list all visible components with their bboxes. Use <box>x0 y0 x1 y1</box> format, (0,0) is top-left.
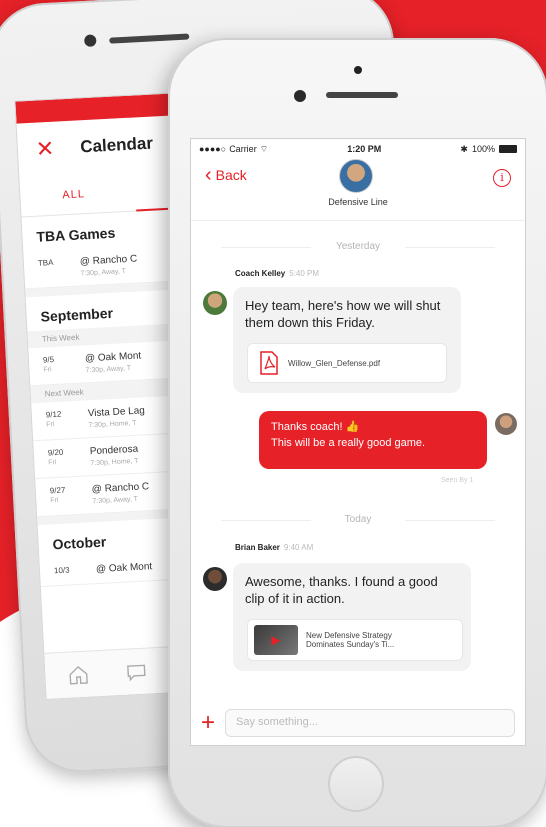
avatar[interactable] <box>203 291 227 315</box>
game-opponent: @ Oak Mont <box>95 561 153 576</box>
game-opponent: @ Oak Mont <box>84 350 142 365</box>
message-sender: Coach Kelley 5:40 PM <box>235 269 319 278</box>
video-thumbnail: ▶ <box>254 625 298 655</box>
game-date: TBA <box>37 257 54 268</box>
message-text-line1: Thanks coach! 👍 <box>271 421 360 433</box>
camera <box>294 90 306 102</box>
game-date: 9/5 Fri <box>43 354 68 376</box>
marketing-stage: ✕ Calendar ALL TBA Games TBA @ Rancho C … <box>0 0 546 827</box>
game-info: @ Rancho C 7:30p, Away, T <box>80 254 138 278</box>
chat-icon[interactable] <box>125 660 148 683</box>
game-info: Ponderosa 7:30p, Home, T <box>90 444 139 468</box>
message-time: 9:40 AM <box>283 543 314 552</box>
day-value: Fri <box>43 366 52 374</box>
game-detail: 7:30p, Home, T <box>88 419 137 430</box>
attachment-name: Willow_Glen_Defense.pdf <box>288 358 381 368</box>
day-value: Fri <box>46 421 55 429</box>
signal-icon: ●●●●○ <box>199 144 227 154</box>
date-divider-today: Today <box>191 514 525 525</box>
date-value: 9/27 <box>49 485 66 496</box>
battery-icon <box>498 145 517 153</box>
status-bar: ●●●●○ Carrier ⌔ 1:20 PM ✱ 100% <box>191 139 525 159</box>
message-composer: + Say something... <box>191 701 525 745</box>
message-bubble-sent: Thanks coach! 👍 This will be a really go… <box>259 411 487 469</box>
message-sender: Brian Baker 9:40 AM <box>235 543 313 552</box>
game-opponent: @ Rancho C <box>79 253 138 268</box>
tab-all[interactable]: ALL <box>62 188 85 201</box>
day-value: Fri <box>50 496 59 505</box>
game-info: @ Rancho C 7:30p, Away, T <box>92 481 150 505</box>
link-text: New Defensive Strategy Dominates Sunday'… <box>306 631 394 649</box>
speaker <box>109 33 190 44</box>
group-name: Defensive Line <box>328 197 388 207</box>
game-opponent: Vista De Lag <box>87 405 146 420</box>
back-button[interactable]: ‹ Back <box>205 164 247 186</box>
game-date: 9/12 Fri <box>46 409 71 431</box>
message-time: 5:40 PM <box>289 269 320 278</box>
link-preview[interactable]: ▶ New Defensive Strategy Dominates Sunda… <box>247 619 463 661</box>
message-input[interactable]: Say something... <box>225 709 515 737</box>
game-detail: 7:30p, Away, T <box>92 495 139 506</box>
game-date: 9/20 Fri <box>48 447 73 469</box>
attachment-pdf[interactable]: Willow_Glen_Defense.pdf <box>247 343 447 383</box>
seen-indicator: Seen By 1 <box>441 477 474 484</box>
status-battery: ✱ 100% <box>460 144 517 155</box>
game-opponent: @ Rancho C <box>91 481 150 496</box>
bluetooth-icon: ✱ <box>460 143 468 154</box>
speaker <box>326 92 398 98</box>
game-date: 9/27 Fri <box>50 485 75 507</box>
camera <box>83 34 97 47</box>
sender-name: Brian Baker <box>235 543 280 552</box>
front-phone: ●●●●○ Carrier ⌔ 1:20 PM ✱ 100% ‹ Back De… <box>168 38 546 827</box>
link-subtitle: Dominates Sunday's Ti... <box>306 640 395 649</box>
group-avatar[interactable] <box>339 159 373 193</box>
chevron-left-icon: ‹ <box>205 164 212 186</box>
carrier-name: Carrier <box>229 144 257 154</box>
message-text: Hey team, here's how we will shut them d… <box>245 298 441 330</box>
add-icon[interactable]: + <box>201 711 215 735</box>
wifi-icon: ⌔ <box>259 143 269 154</box>
link-title: New Defensive Strategy <box>306 631 392 640</box>
status-time: 1:20 PM <box>347 144 382 154</box>
pdf-icon <box>260 351 278 375</box>
game-detail: 7:30p, Away, T <box>80 268 127 278</box>
home-button[interactable] <box>328 756 384 812</box>
chat-nav: ‹ Back Defensive Line i <box>191 159 525 221</box>
page-title: Calendar <box>79 133 154 157</box>
avatar[interactable] <box>203 567 227 591</box>
game-info: @ Oak Mont 7:30p, Away, T <box>85 350 142 374</box>
date-value: 9/20 <box>47 447 64 458</box>
game-info: Vista De Lag 7:30p, Home, T <box>88 405 146 429</box>
home-icon[interactable] <box>67 663 90 686</box>
info-icon[interactable]: i <box>493 169 511 187</box>
avatar[interactable] <box>495 413 517 435</box>
game-opponent: Ponderosa <box>89 443 139 458</box>
chat-screen: ●●●●○ Carrier ⌔ 1:20 PM ✱ 100% ‹ Back De… <box>190 138 526 746</box>
date-value: 9/12 <box>45 409 62 420</box>
date-divider-yesterday: Yesterday <box>191 241 525 252</box>
message-text: Awesome, thanks. I found a good clip of … <box>245 574 438 606</box>
sender-name: Coach Kelley <box>235 269 286 278</box>
proximity-sensor <box>354 66 362 74</box>
date-value: 9/5 <box>42 355 55 365</box>
back-label: Back <box>215 167 247 183</box>
status-carrier: ●●●●○ Carrier ⌔ <box>199 144 268 155</box>
message-text-line2: This will be a really good game. <box>271 437 426 449</box>
game-detail: 7:30p, Home, T <box>90 457 139 468</box>
game-date: 10/3 <box>53 565 70 576</box>
day-value: Fri <box>48 459 57 467</box>
battery-percent: 100% <box>471 144 495 154</box>
play-icon: ▶ <box>271 633 281 647</box>
close-icon[interactable]: ✕ <box>35 136 55 163</box>
game-detail: 7:30p, Away, T <box>85 364 132 375</box>
